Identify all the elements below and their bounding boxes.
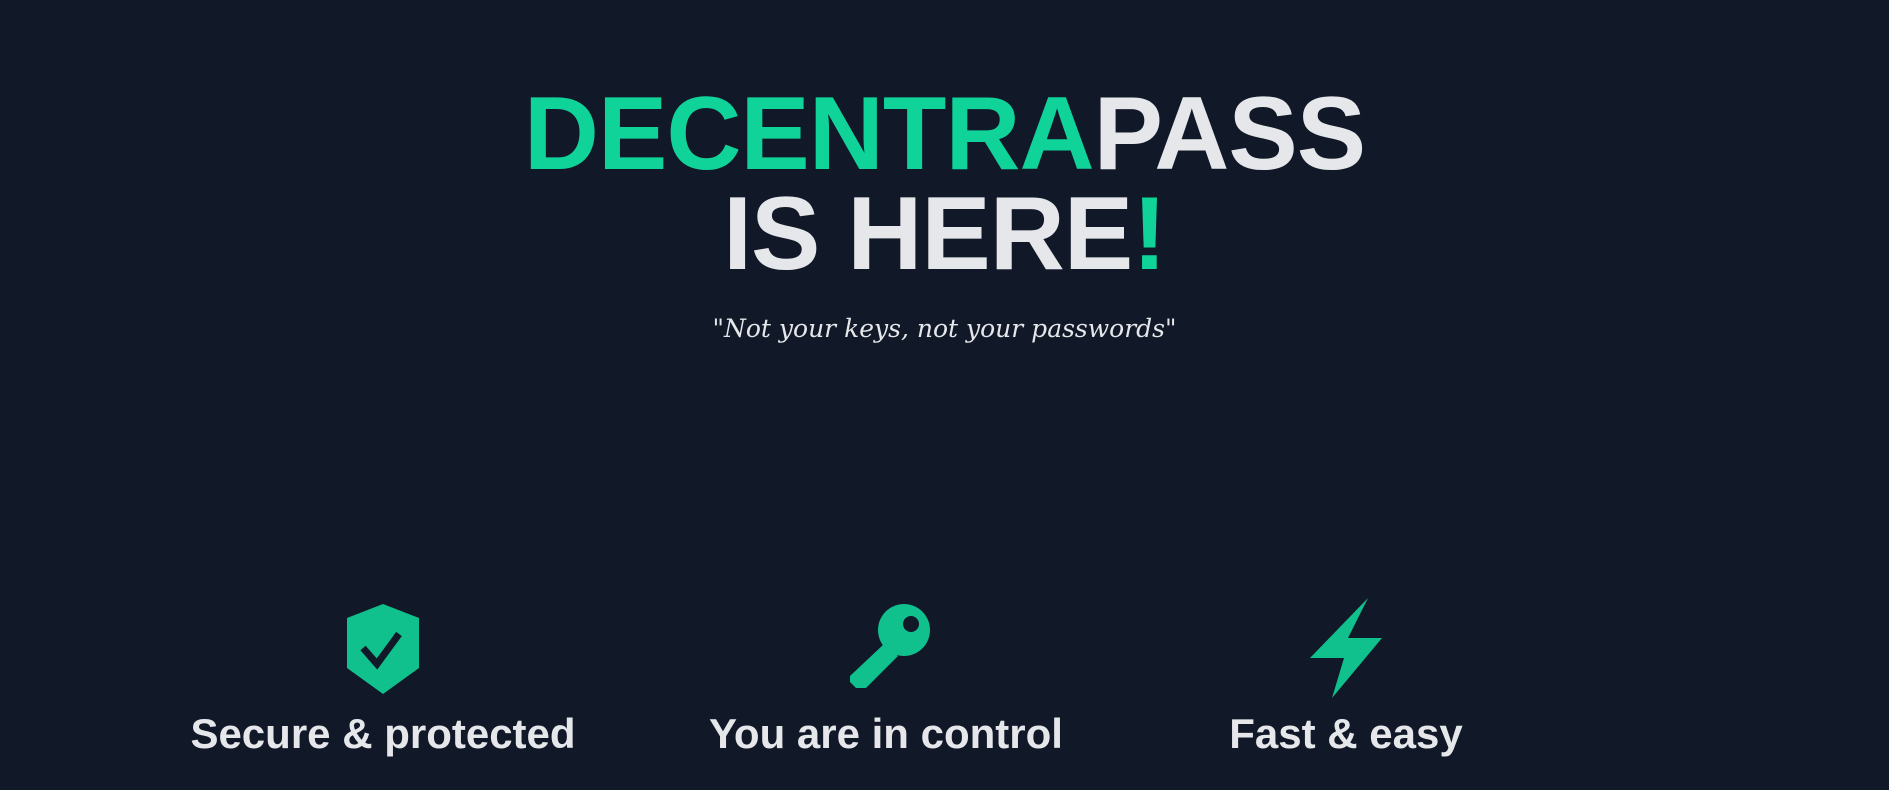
hero-title-line-1: DECENTRAPASS xyxy=(0,82,1889,186)
feature-fast: Fast & easy xyxy=(1146,598,1546,758)
hero-tagline: "Not your keys, not your passwords" xyxy=(712,314,1177,343)
feature-secure: Secure & protected xyxy=(183,598,583,758)
feature-control: You are in control xyxy=(686,598,1086,758)
feature-label: You are in control xyxy=(709,710,1063,757)
title-exclamation: ! xyxy=(1132,176,1167,292)
key-icon xyxy=(850,604,930,688)
title-rest-word: PASS xyxy=(1093,76,1366,192)
features-section: Secure & protected You are in control Fa… xyxy=(0,598,1889,790)
hero-title-line-2: IS HERE! xyxy=(0,182,1889,286)
lightning-bolt-icon xyxy=(1310,598,1382,698)
title-accent-word: DECENTRA xyxy=(523,76,1095,192)
title-line2-text: IS HERE xyxy=(723,176,1133,292)
feature-label: Secure & protected xyxy=(190,710,576,757)
feature-label: Fast & easy xyxy=(1229,710,1463,757)
shield-check-icon xyxy=(347,604,419,694)
